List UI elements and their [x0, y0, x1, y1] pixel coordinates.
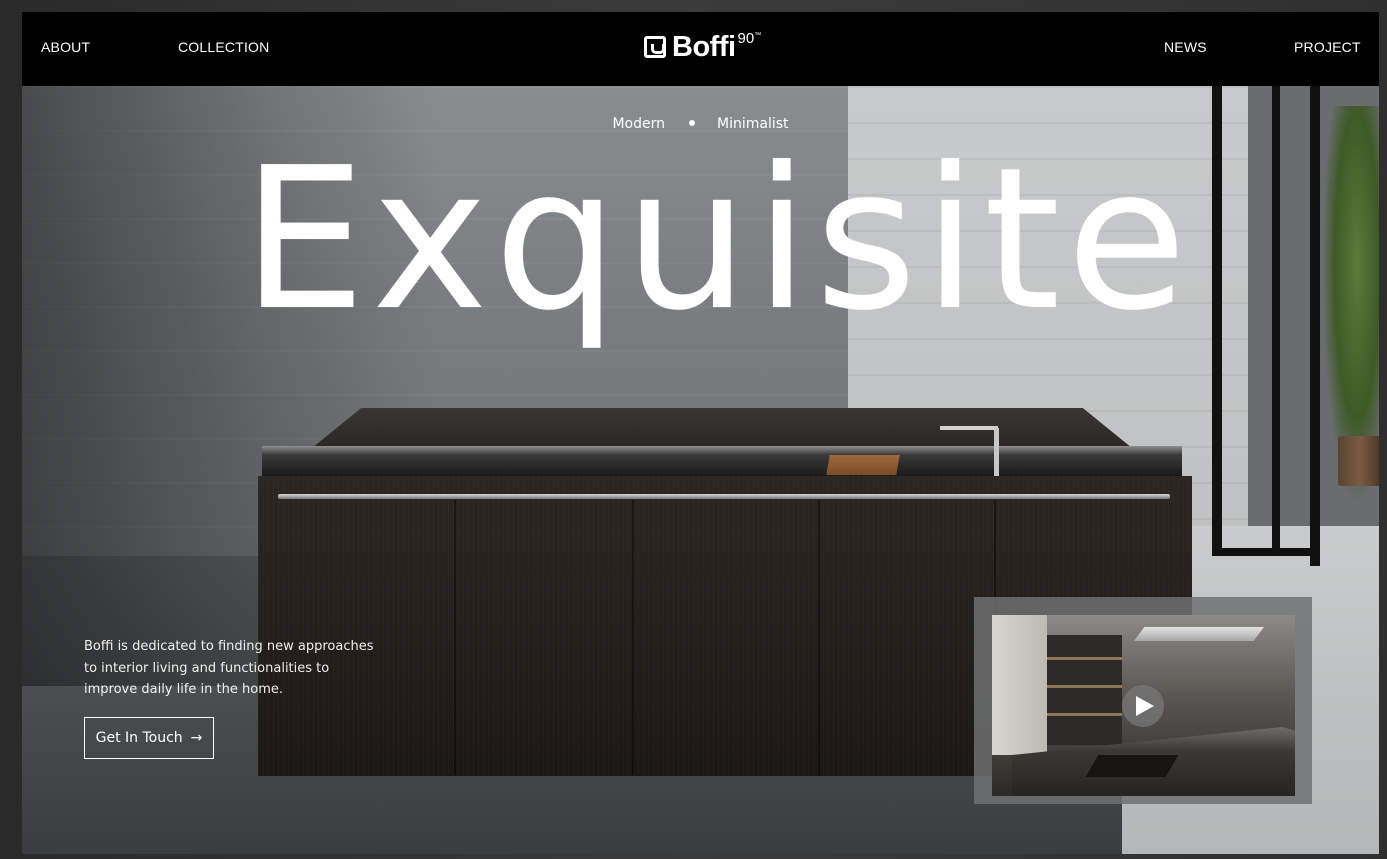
- island-counter-edge: [262, 446, 1182, 476]
- arrow-right-icon: →: [190, 730, 203, 746]
- landing-page: ABOUT COLLECTION Boffi 90 ™ NEWS PROJECT: [22, 12, 1379, 854]
- nav-link-collection[interactable]: COLLECTION: [178, 39, 269, 55]
- play-button[interactable]: [1122, 685, 1164, 727]
- brand-logo[interactable]: Boffi 90 ™: [644, 31, 761, 63]
- nav-link-news[interactable]: NEWS: [1164, 39, 1207, 55]
- hero-description: Boffi is dedicated to finding new approa…: [84, 639, 374, 697]
- hero-section: Modern Minimalist Exquisite Boffi is dedi…: [22, 86, 1379, 854]
- hero-headline: Exquisite: [242, 126, 1193, 354]
- video-preview-card[interactable]: [974, 597, 1312, 804]
- cta-label: Get In Touch: [95, 730, 183, 746]
- faucet-body: [994, 428, 999, 476]
- play-icon: [1136, 696, 1154, 716]
- plant-pot-image: [1338, 436, 1379, 486]
- logo-trademark: ™: [754, 32, 762, 39]
- logo-wordmark: Boffi: [672, 31, 736, 63]
- island-handle-rail: [278, 494, 1170, 499]
- video-thumbnail[interactable]: [992, 615, 1295, 796]
- cutting-board: [826, 455, 900, 475]
- nav-link-project[interactable]: PROJECT: [1294, 39, 1361, 55]
- faucet-spout: [940, 426, 998, 430]
- logo-anniversary: 90: [737, 30, 755, 47]
- logo-mark-icon: [644, 36, 666, 58]
- island-countertop: [312, 408, 1132, 448]
- top-nav: ABOUT COLLECTION Boffi 90 ™ NEWS PROJECT: [22, 12, 1379, 86]
- get-in-touch-button[interactable]: Get In Touch →: [84, 717, 214, 759]
- nav-link-about[interactable]: ABOUT: [41, 39, 90, 55]
